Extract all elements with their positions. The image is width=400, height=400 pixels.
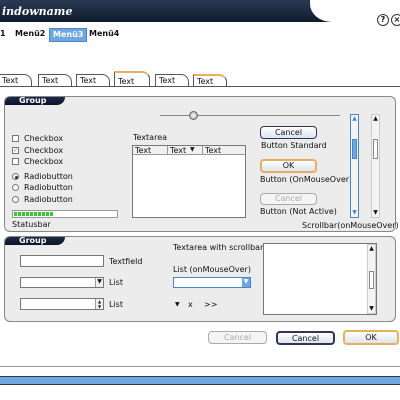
list-dropdown[interactable]: ▼: [20, 277, 104, 288]
tab-divider: [0, 86, 400, 87]
list-stepper[interactable]: ▲ ▼: [20, 298, 104, 310]
textfield-input[interactable]: [20, 255, 104, 267]
scrollbar-standard-thumb[interactable]: [373, 139, 378, 159]
bottom-bar: [0, 376, 400, 385]
checkbox-2-checked[interactable]: ✓: [12, 147, 19, 154]
textfield-label: Textfield: [109, 257, 143, 266]
menu-item-3[interactable]: Menü3: [49, 28, 88, 42]
statusbar: [12, 210, 118, 218]
help-button[interactable]: ?: [377, 14, 389, 26]
button-standard-caption: Button Standard: [261, 141, 327, 150]
textarea-scroll-label: Textarea with scrollbar: [173, 243, 264, 252]
textarea-scrollbar-thumb[interactable]: [369, 271, 374, 289]
scroll-up-icon[interactable]: ▲: [351, 115, 358, 123]
chevron-down-icon[interactable]: ▼: [95, 278, 103, 287]
checkbox-1[interactable]: [12, 135, 19, 142]
tab-3[interactable]: Text: [76, 74, 110, 86]
textarea-table[interactable]: [132, 145, 246, 218]
footer-cancel-button[interactable]: Cancel: [276, 331, 335, 345]
stepper-icon[interactable]: ▲ ▼: [95, 299, 103, 309]
clear-x-link[interactable]: x: [188, 300, 193, 309]
window-title: indowname: [2, 5, 73, 18]
checkbox-3[interactable]: [12, 158, 19, 165]
table-header: Text Text ▼ Text: [133, 146, 245, 155]
footer-cancel-disabled-button: Cancel: [208, 331, 267, 344]
table-header-3[interactable]: Text: [205, 146, 221, 155]
footer-divider: [0, 366, 400, 367]
tab-5[interactable]: Text: [155, 74, 189, 86]
cancel-button-standard[interactable]: Cancel: [260, 126, 317, 139]
scrollbar-caption: Scrollbar(onMouseOver): [302, 221, 399, 230]
menu-item-1[interactable]: 1: [0, 28, 6, 40]
cancel-button-disabled: Cancel: [260, 193, 317, 205]
textarea-with-scrollbar[interactable]: ▲ ▼: [263, 243, 377, 315]
slider-track[interactable]: [160, 115, 340, 116]
tab-1[interactable]: Text: [0, 74, 32, 86]
dropdown-arrow-icon[interactable]: ▼: [175, 301, 180, 308]
textarea-label: Textarea: [133, 133, 168, 142]
list2-label: List: [109, 300, 123, 309]
menu-bar: 1 Menü2 Menü3 Menü4: [0, 28, 400, 42]
scrollbar-standard[interactable]: ▲ ▼: [371, 114, 380, 218]
slider-handle[interactable]: [189, 111, 198, 120]
radio-2-label: Radiobutton: [24, 183, 73, 192]
scroll-up-icon[interactable]: ▲: [368, 245, 375, 253]
scroll-down-icon[interactable]: ▼: [351, 209, 358, 217]
checkbox-1-label: Checkbox: [24, 134, 64, 143]
sort-down-icon[interactable]: ▼: [190, 146, 195, 153]
table-header-1[interactable]: Text: [135, 146, 151, 155]
scrollbar-hover-thumb[interactable]: [352, 139, 357, 159]
footer-ok-button[interactable]: OK: [343, 330, 399, 345]
list-dropdown-hover[interactable]: ▼: [173, 277, 251, 288]
scroll-down-icon[interactable]: ▼: [368, 305, 375, 313]
radio-3-label: Radiobutton: [24, 195, 73, 204]
ok-button-hover[interactable]: OK: [260, 159, 317, 173]
list-label: List: [109, 278, 123, 287]
menu-item-4[interactable]: Menü4: [89, 28, 119, 40]
table-header-2[interactable]: Text: [170, 146, 186, 155]
next-link[interactable]: >>: [204, 300, 217, 309]
scrollbar-hover[interactable]: ▲ ▼: [350, 114, 359, 218]
radio-1-label: Radiobutton: [24, 172, 73, 181]
button-disabled-caption: Button (Not Active): [260, 207, 337, 216]
statusbar-label: Statusbar: [12, 220, 51, 229]
button-hover-caption: Button (OnMouseOver): [260, 175, 353, 184]
tab-4-active[interactable]: Text: [114, 71, 150, 87]
tab-6[interactable]: Text: [193, 74, 227, 86]
scroll-up-icon[interactable]: ▲: [372, 115, 379, 123]
close-button[interactable]: ×: [391, 14, 400, 26]
checkbox-3-label: Checkbox: [24, 157, 64, 166]
radio-1-selected[interactable]: [12, 173, 19, 180]
tab-2[interactable]: Text: [38, 74, 72, 86]
chevron-down-icon[interactable]: ▼: [242, 278, 250, 287]
group-2-label: Group: [5, 237, 65, 245]
list-hover-label: List (onMouseOver): [173, 265, 251, 274]
textarea-scrollbar[interactable]: ▲ ▼: [367, 244, 376, 314]
scroll-down-icon[interactable]: ▼: [372, 209, 379, 217]
radio-3[interactable]: [12, 196, 19, 203]
checkbox-2-label: Checkbox: [24, 146, 64, 155]
menu-item-2[interactable]: Menü2: [15, 28, 45, 40]
group-1-label: Group: [5, 97, 65, 105]
radio-2[interactable]: [12, 184, 19, 191]
